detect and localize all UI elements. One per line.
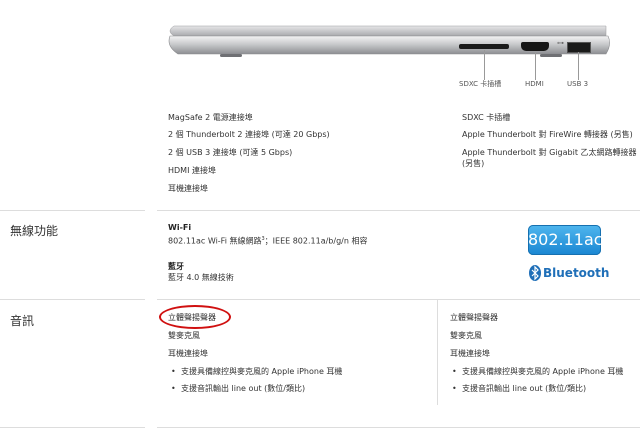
section-header-audio: 音訊 [10, 314, 35, 328]
audio-left-headphone-port: 耳機連接埠 [168, 349, 208, 358]
usb3-port-icon [567, 42, 591, 53]
audio-right-dual-mics: 雙麥克風 [450, 331, 482, 340]
sdxc-label: SDXC 卡插槽 [459, 80, 502, 88]
wifi-description: 802.11ac Wi-Fi 無線網路3；IEEE 802.11a/b/g/n … [168, 234, 367, 247]
divider-audio-right [157, 299, 640, 300]
port-item-headphone: 耳機連接埠 [168, 184, 208, 193]
audio-right-bullet-iphone-headset: 支援具備線控與麥克風的 Apple iPhone 耳機 [452, 367, 623, 377]
audio-right-bullet-line-out: 支援音訊輸出 line out (數位/類比) [452, 384, 586, 394]
port-item-fw-adapter: Apple Thunderbolt 對 FireWire 轉接器 (另售) [462, 130, 633, 139]
bluetooth-title: 藍牙 [168, 262, 184, 271]
usb3-label: USB 3 [567, 80, 589, 88]
bluetooth-logo: Bluetooth [529, 264, 609, 282]
section-header-wireless: 無線功能 [10, 224, 59, 238]
bluetooth-rune-icon [529, 265, 541, 281]
port-item-usb3: 2 個 USB 3 連接埠 (可達 5 Gbps) [168, 148, 293, 157]
port-item-gigabit-adapter: Apple Thunderbolt 對 Gigabit 乙太網路轉接器 [462, 148, 637, 157]
bluetooth-wordmark: Bluetooth [543, 266, 610, 280]
audio-left-bullet-iphone-headset: 支援具備線控與麥克風的 Apple iPhone 耳機 [171, 367, 342, 377]
sdxc-leader-line [484, 50, 485, 80]
thunderbolt-symbol-icon: ⊶ [557, 39, 564, 47]
badge-80211ac: 802.11ac [528, 225, 603, 255]
audio-left-dual-mics: 雙麥克風 [168, 331, 200, 340]
port-item-magsafe: MagSafe 2 電源連接埠 [168, 113, 253, 122]
macbook-side-illustration [168, 25, 610, 57]
port-item-sdxc: SDXC 卡插槽 [462, 113, 511, 122]
sdxc-slot-icon [459, 44, 509, 49]
usb3-leader-line [578, 52, 579, 80]
divider-bottom-right [157, 427, 640, 428]
divider-audio-left [0, 299, 145, 300]
audio-right-stereo-speakers: 立體聲揚聲器 [450, 313, 498, 322]
wifi-desc-b: ；IEEE 802.11a/b/g/n 相容 [264, 236, 368, 246]
hdmi-label: HDMI [525, 80, 544, 88]
divider-wireless-left [0, 210, 145, 211]
stereo-speakers-highlight-circle [159, 305, 231, 329]
wifi-desc-a: 802.11ac Wi-Fi 無線網路 [168, 236, 262, 246]
port-item-thunderbolt: 2 個 Thunderbolt 2 連接埠 (可達 20 Gbps) [168, 130, 330, 139]
hdmi-port-icon [521, 42, 549, 51]
divider-bottom-left [0, 427, 145, 428]
divider-wireless-right [157, 210, 640, 211]
wifi-title: Wi-Fi [168, 223, 192, 232]
hdmi-leader-line [535, 52, 536, 80]
audio-column-divider [437, 300, 438, 405]
bluetooth-description: 藍牙 4.0 無線技術 [168, 273, 234, 282]
port-item-hdmi: HDMI 連接埠 [168, 166, 216, 175]
audio-right-headphone-port: 耳機連接埠 [450, 349, 490, 358]
port-item-gigabit-adapter-note: (另售) [462, 159, 485, 168]
audio-left-bullet-line-out: 支援音訊輸出 line out (數位/類比) [171, 384, 305, 394]
